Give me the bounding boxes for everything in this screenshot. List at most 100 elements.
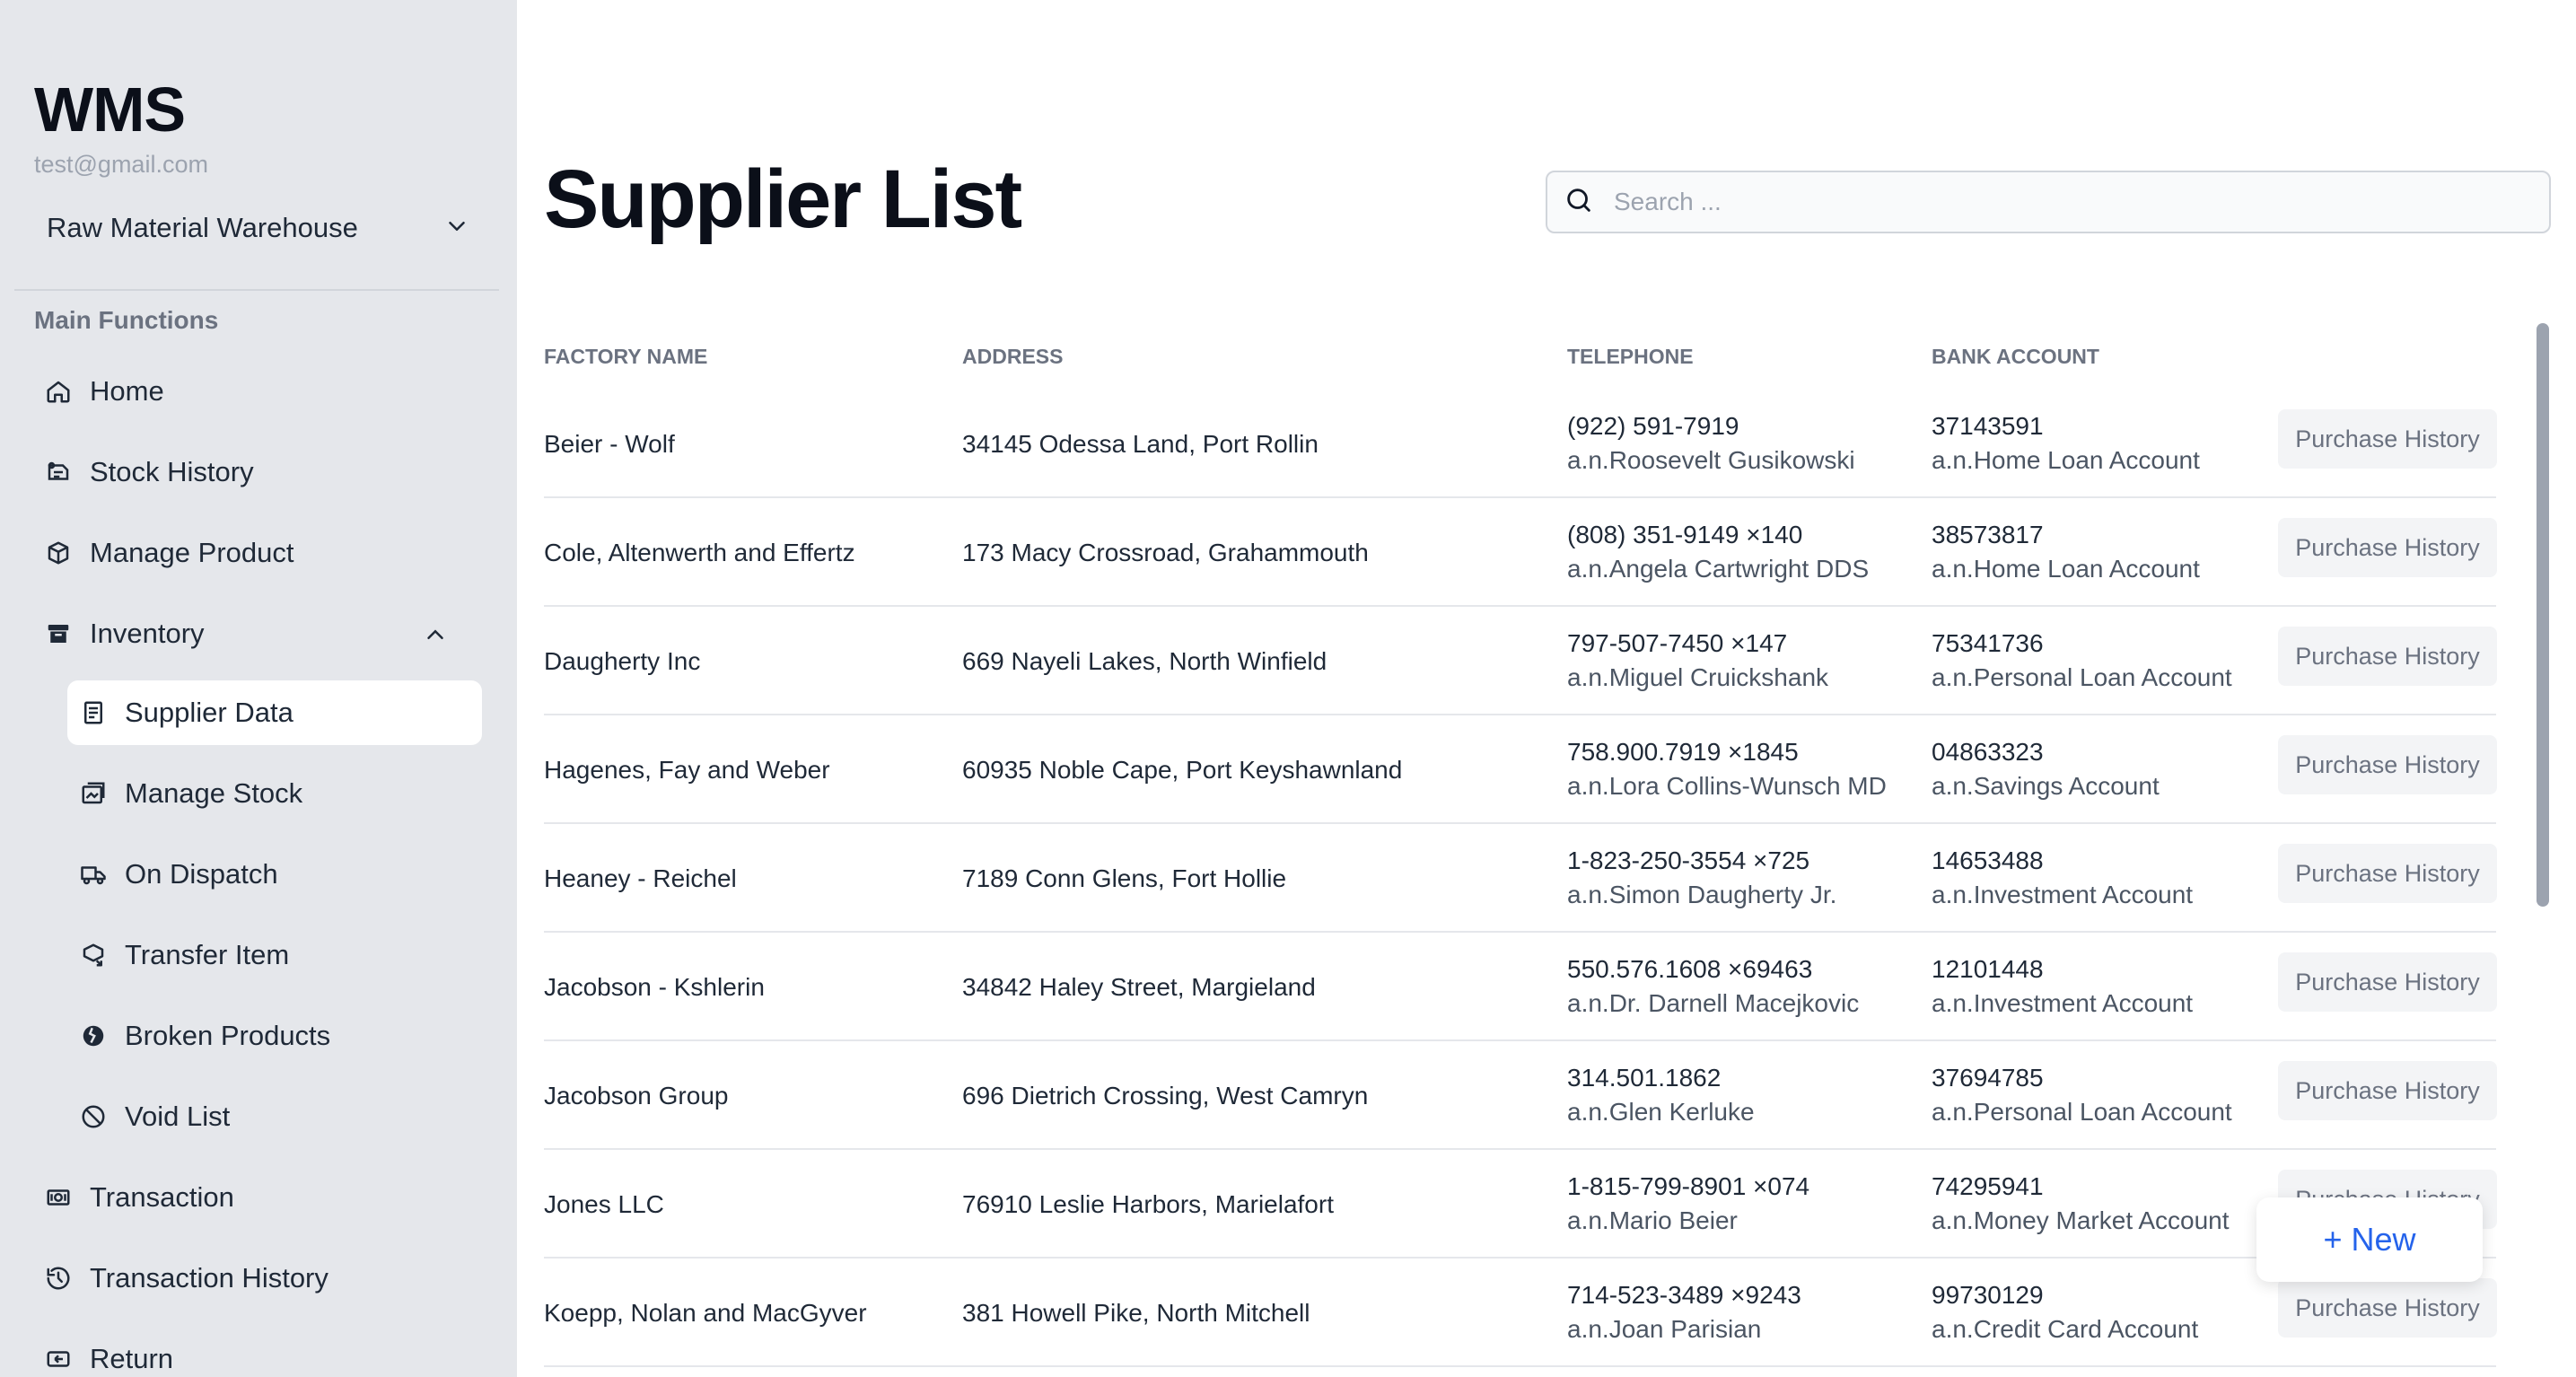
account-number: 37694785	[1932, 1064, 2044, 1092]
sidebar-item-manage-product[interactable]: Manage Product	[45, 521, 485, 585]
purchase-history-button[interactable]: Purchase History	[2278, 735, 2497, 794]
sidebar-item-label: Manage Stock	[125, 777, 303, 809]
sidebar: WMS test@gmail.com Raw Material Warehous…	[0, 0, 517, 1377]
sidebar-item-transfer-item[interactable]: Transfer Item	[67, 923, 482, 987]
telephone-cell: (808) 351-9149 ×140 a.n.Angela Cartwright…	[1567, 518, 1869, 586]
telephone: 1-815-799-8901 ×074	[1567, 1172, 1810, 1200]
telephone: 1-823-250-3554 ×725	[1567, 846, 1810, 874]
table-row: Cole, Altenwerth and Effertz 173 Macy Cro…	[544, 498, 2497, 607]
sidebar-item-manage-stock[interactable]: Manage Stock	[67, 761, 482, 826]
telephone: 758.900.7919 ×1845	[1567, 738, 1799, 766]
purchase-history-button[interactable]: Purchase History	[2278, 844, 2497, 903]
contact-name: a.n.Mario Beier	[1567, 1206, 1738, 1234]
telephone: 550.576.1608 ×69463	[1567, 955, 1813, 983]
search-box	[1546, 171, 2551, 233]
sidebar-divider	[14, 289, 499, 291]
bank-account-cell: 99730129 a.n.Credit Card Account	[1932, 1278, 2198, 1346]
contact-name: a.n.Angela Cartwright DDS	[1567, 555, 1870, 583]
search-input[interactable]	[1614, 188, 2422, 216]
purchase-history-button[interactable]: Purchase History	[2278, 1061, 2497, 1120]
address: 669 Nayeli Lakes, North Winfield	[962, 646, 1327, 675]
sidebar-item-on-dispatch[interactable]: On Dispatch	[67, 842, 482, 907]
address: 173 Macy Crossroad, Grahammouth	[962, 538, 1369, 566]
contact-name: a.n.Dr. Darnell Macejkovic	[1567, 989, 1860, 1017]
contact-name: a.n.Roosevelt Gusikowski	[1567, 446, 1855, 474]
stack-icon	[80, 780, 107, 807]
sidebar-item-transaction[interactable]: Transaction	[45, 1165, 485, 1230]
bank-account-cell: 12101448 a.n.Investment Account	[1932, 952, 2193, 1021]
sidebar-item-inventory[interactable]: Inventory	[45, 601, 485, 666]
factory-name: Jacobson Group	[544, 1081, 729, 1109]
sidebar-item-void-list[interactable]: Void List	[67, 1084, 482, 1149]
account-type: a.n.Home Loan Account	[1932, 555, 2200, 583]
table-scrollbar[interactable]	[2537, 323, 2549, 907]
warehouse-select[interactable]: Raw Material Warehouse	[34, 199, 483, 257]
factory-name: Koepp, Nolan and MacGyver	[544, 1298, 867, 1327]
sidebar-item-transaction-history[interactable]: Transaction History	[45, 1246, 485, 1311]
bank-account-cell: 37694785 a.n.Personal Loan Account	[1932, 1061, 2232, 1129]
contact-name: a.n.Glen Kerluke	[1567, 1098, 1755, 1126]
contact-name: a.n.Miguel Cruickshank	[1567, 663, 1829, 691]
sidebar-item-return[interactable]: Return	[45, 1327, 485, 1377]
address: 60935 Noble Cape, Port Keyshawnland	[962, 755, 1403, 784]
truck-icon	[80, 861, 107, 888]
warehouse-select-value: Raw Material Warehouse	[47, 212, 358, 243]
sidebar-item-supplier-data[interactable]: Supplier Data	[67, 680, 482, 745]
purchase-history-button[interactable]: Purchase History	[2278, 627, 2497, 686]
telephone-cell: 758.900.7919 ×1845 a.n.Lora Collins-Wunsc…	[1567, 735, 1887, 803]
return-icon	[45, 1346, 72, 1373]
column-header-telephone: TELEPHONE	[1567, 345, 1694, 368]
sidebar-item-label: Home	[90, 375, 164, 407]
table-header: FACTORY NAME ADDRESS TELEPHONE BANK ACCO…	[544, 323, 2537, 386]
sidebar-item-label: Inventory	[90, 618, 205, 649]
search-icon	[1564, 185, 1594, 220]
column-header-factory-name: FACTORY NAME	[544, 345, 708, 368]
document-icon	[80, 699, 107, 726]
address: 34145 Odessa Land, Port Rollin	[962, 429, 1319, 458]
address: 76910 Leslie Harbors, Marielafort	[962, 1189, 1334, 1218]
table-row: Heaney - Reichel 7189 Conn Glens, Fort Ho…	[544, 824, 2497, 933]
account-type: a.n.Money Market Account	[1932, 1206, 2230, 1234]
account-type: a.n.Savings Account	[1932, 772, 2160, 800]
sidebar-item-home[interactable]: Home	[45, 359, 485, 424]
sidebar-item-label: Void List	[125, 1101, 231, 1132]
box-icon	[45, 539, 72, 566]
purchase-history-button[interactable]: Purchase History	[2278, 952, 2497, 1012]
purchase-history-button[interactable]: Purchase History	[2278, 518, 2497, 577]
factory-name: Cole, Altenwerth and Effertz	[544, 538, 855, 566]
table-row: Jacobson Group 696 Dietrich Crossing, Wes…	[544, 1041, 2497, 1150]
sidebar-item-label: Transaction History	[90, 1262, 329, 1294]
address: 7189 Conn Glens, Fort Hollie	[962, 864, 1287, 892]
new-supplier-button[interactable]: + New	[2256, 1197, 2483, 1282]
account-number: 38573817	[1932, 521, 2044, 548]
stock-history-icon	[45, 459, 72, 486]
table-row: Beier - Wolf 34145 Odessa Land, Port Roll…	[544, 390, 2497, 498]
history-icon	[45, 1265, 72, 1292]
account-type: a.n.Credit Card Account	[1932, 1315, 2199, 1343]
sidebar-item-broken-products[interactable]: Broken Products	[67, 1004, 482, 1068]
telephone-cell: 1-815-799-8901 ×074 a.n.Mario Beier	[1567, 1170, 1809, 1238]
sidebar-item-label: Supplier Data	[125, 697, 294, 728]
sidebar-item-label: Stock History	[90, 456, 254, 487]
telephone-cell: 797-507-7450 ×147 a.n.Miguel Cruickshank	[1567, 627, 1828, 695]
table-row: Hagenes, Fay and Weber 60935 Noble Cape, …	[544, 715, 2497, 824]
supplier-table: FACTORY NAME ADDRESS TELEPHONE BANK ACCO…	[544, 323, 2537, 1377]
contact-name: a.n.Joan Parisian	[1567, 1315, 1762, 1343]
column-header-address: ADDRESS	[962, 345, 1064, 368]
account-type: a.n.Home Loan Account	[1932, 446, 2200, 474]
account-type: a.n.Investment Account	[1932, 881, 2194, 908]
ban-icon	[80, 1103, 107, 1130]
cash-icon	[45, 1184, 72, 1211]
contact-name: a.n.Simon Daugherty Jr.	[1567, 881, 1837, 908]
table-row: Jones LLC 76910 Leslie Harbors, Marielafo…	[544, 1150, 2497, 1259]
telephone: 714-523-3489 ×9243	[1567, 1281, 1801, 1309]
bank-account-cell: 75341736 a.n.Personal Loan Account	[1932, 627, 2232, 695]
purchase-history-button[interactable]: Purchase History	[2278, 1278, 2497, 1338]
sidebar-item-stock-history[interactable]: Stock History	[45, 440, 485, 504]
sidebar-item-label: Return	[90, 1343, 174, 1374]
address: 34842 Haley Street, Margieland	[962, 972, 1316, 1001]
chevron-up-icon	[422, 621, 449, 653]
account-number: 12101448	[1932, 955, 2044, 983]
telephone-cell: 1-823-250-3554 ×725 a.n.Simon Daugherty J…	[1567, 844, 1836, 912]
purchase-history-button[interactable]: Purchase History	[2278, 409, 2497, 469]
